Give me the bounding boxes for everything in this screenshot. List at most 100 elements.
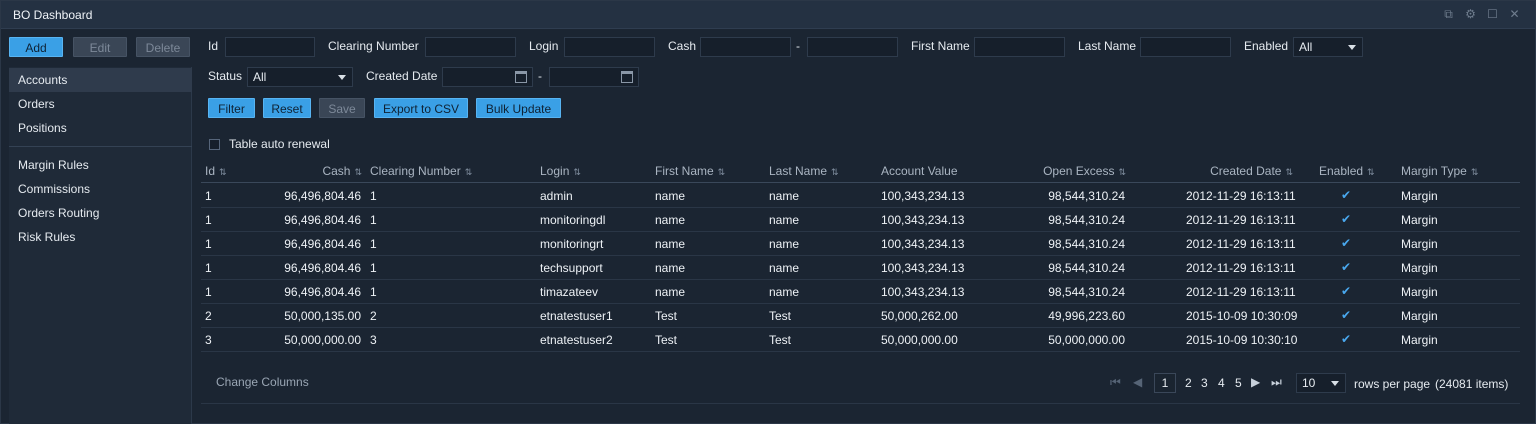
cash-to-input[interactable] — [807, 37, 898, 57]
column-header-account-value[interactable]: Account Value — [881, 164, 958, 178]
enabled-check-icon: ✔ — [1341, 332, 1352, 346]
first-page-icon[interactable]: ⏮ — [1110, 375, 1121, 390]
cell-cash: 96,496,804.46 — [284, 213, 361, 227]
reset-button[interactable]: Reset — [263, 98, 311, 118]
first-name-input[interactable] — [974, 37, 1065, 57]
page-size-select[interactable]: 10 — [1296, 373, 1346, 393]
chevron-down-icon — [1348, 45, 1356, 50]
column-header-login[interactable]: Login ⇅ — [540, 164, 581, 178]
sidebar: Accounts Orders Positions Margin Rules C… — [9, 67, 192, 424]
cell-cash: 96,496,804.46 — [284, 261, 361, 275]
cell-first-name: Test — [655, 309, 678, 323]
status-select[interactable]: All — [247, 67, 353, 87]
auto-renewal-checkbox[interactable] — [209, 139, 220, 150]
last-name-input[interactable] — [1140, 37, 1231, 57]
cell-id: 2 — [205, 309, 212, 323]
table-row[interactable]: 1 96,496,804.46 1 monitoringrt name name 100,3… — [201, 232, 1520, 256]
sort-icon: ⇅ — [464, 167, 472, 177]
cell-clearing-number: 1 — [370, 261, 377, 275]
page-button-4[interactable]: 4 — [1218, 376, 1225, 390]
delete-button[interactable]: Delete — [136, 37, 190, 57]
enabled-check-icon: ✔ — [1341, 188, 1352, 202]
calendar-icon[interactable] — [621, 71, 633, 83]
save-button[interactable]: Save — [319, 98, 365, 118]
next-page-icon[interactable]: ▶ — [1251, 375, 1260, 389]
table-row[interactable]: 1 96,496,804.46 1 techsupport name name 100,34… — [201, 256, 1520, 280]
sidebar-item-positions[interactable]: Positions — [9, 116, 192, 140]
column-header-first-name[interactable]: First Name ⇅ — [655, 164, 725, 178]
cell-cash: 50,000,000.00 — [284, 333, 361, 347]
table-row[interactable]: 1 96,496,804.46 1 timazateev name name 100,343… — [201, 280, 1520, 304]
filter-button[interactable]: Filter — [208, 98, 255, 118]
page-button-current[interactable]: 1 — [1154, 373, 1176, 393]
created-date-to-input[interactable] — [549, 67, 639, 87]
cell-id: 1 — [205, 213, 212, 227]
last-page-icon[interactable]: ⏭ — [1271, 375, 1282, 390]
column-header-label: Account Value — [881, 164, 958, 178]
column-header-enabled[interactable]: Enabled ⇅ — [1319, 164, 1375, 178]
bulk-update-button[interactable]: Bulk Update — [476, 98, 561, 118]
change-columns-link[interactable]: Change Columns — [216, 375, 309, 389]
cell-last-name: name — [769, 285, 800, 299]
page-button-2[interactable]: 2 — [1185, 376, 1192, 390]
enabled-select[interactable]: All — [1293, 37, 1363, 57]
cash-from-input[interactable] — [700, 37, 791, 57]
add-button[interactable]: Add — [9, 37, 63, 57]
cell-open-excess: 98,544,310.24 — [1048, 261, 1125, 275]
column-header-label: Id — [205, 164, 216, 178]
table-row[interactable]: 2 50,000,135.00 2 etnatestuser1 Test Test 50,0… — [201, 304, 1520, 328]
cell-account-value: 50,000,262.00 — [881, 309, 958, 323]
sidebar-item-orders[interactable]: Orders — [9, 92, 192, 116]
sidebar-item-commissions[interactable]: Commissions — [9, 177, 192, 201]
table-row[interactable]: 3 50,000,000.00 3 etnatestuser2 Test Test 50,0… — [201, 328, 1520, 352]
status-select-value: All — [253, 70, 267, 84]
cell-login: admin — [540, 189, 573, 203]
cell-margin-type: Margin — [1401, 261, 1438, 275]
cell-created-date: 2015-10-09 10:30:09 — [1186, 309, 1298, 323]
cell-clearing-number: 1 — [370, 237, 377, 251]
column-header-cash[interactable]: Cash ⇅ — [281, 164, 361, 178]
gear-icon[interactable]: ⚙ — [1464, 8, 1477, 21]
external-link-icon[interactable]: ⧉ — [1442, 8, 1455, 21]
export-csv-button[interactable]: Export to CSV — [374, 98, 468, 118]
sidebar-item-orders-routing[interactable]: Orders Routing — [9, 201, 192, 225]
column-header-label: Created Date — [1210, 164, 1282, 178]
created-date-from-input[interactable] — [442, 67, 533, 87]
column-header-clearing-number[interactable]: Clearing Number ⇅ — [370, 164, 472, 178]
enabled-select-value: All — [1299, 40, 1313, 54]
id-input[interactable] — [225, 37, 315, 57]
clearing-number-input[interactable] — [425, 37, 516, 57]
column-header-id[interactable]: Id ⇅ — [205, 164, 226, 178]
login-input[interactable] — [564, 37, 655, 57]
sidebar-divider — [9, 146, 192, 147]
auto-renewal-label: Table auto renewal — [229, 137, 330, 151]
maximize-icon[interactable]: ☐ — [1486, 8, 1499, 21]
date-range-separator: - — [538, 69, 542, 83]
title-bar: BO Dashboard ⧉ ⚙ ☐ ✕ — [1, 1, 1535, 29]
cell-login: monitoringrt — [540, 237, 604, 251]
close-icon[interactable]: ✕ — [1508, 8, 1521, 21]
sort-icon: ⇅ — [1470, 167, 1478, 177]
table-row[interactable]: 1 96,496,804.46 1 admin name name 100,343,234.… — [201, 184, 1520, 208]
sidebar-item-accounts[interactable]: Accounts — [9, 68, 192, 92]
cell-first-name: name — [655, 285, 686, 299]
edit-button[interactable]: Edit — [73, 37, 127, 57]
page-button-3[interactable]: 3 — [1201, 376, 1208, 390]
column-header-open-excess[interactable]: Open Excess ⇅ — [1021, 164, 1126, 178]
created-date-label: Created Date — [366, 69, 438, 83]
sidebar-item-margin-rules[interactable]: Margin Rules — [9, 153, 192, 177]
previous-page-icon[interactable]: ◀ — [1133, 375, 1142, 389]
column-header-label: Cash — [322, 164, 351, 178]
sidebar-item-risk-rules[interactable]: Risk Rules — [9, 225, 192, 249]
cell-clearing-number: 2 — [370, 309, 377, 323]
cell-first-name: name — [655, 237, 686, 251]
cell-account-value: 50,000,000.00 — [881, 333, 958, 347]
table-row[interactable]: 1 96,496,804.46 1 monitoringdl name name 100,3… — [201, 208, 1520, 232]
cell-clearing-number: 1 — [370, 213, 377, 227]
column-header-margin-type[interactable]: Margin Type ⇅ — [1401, 164, 1478, 178]
column-header-last-name[interactable]: Last Name ⇅ — [769, 164, 839, 178]
page-button-5[interactable]: 5 — [1235, 376, 1242, 390]
calendar-icon[interactable] — [515, 71, 527, 83]
column-header-created-date[interactable]: Created Date ⇅ — [1186, 164, 1293, 178]
cell-id: 1 — [205, 237, 212, 251]
